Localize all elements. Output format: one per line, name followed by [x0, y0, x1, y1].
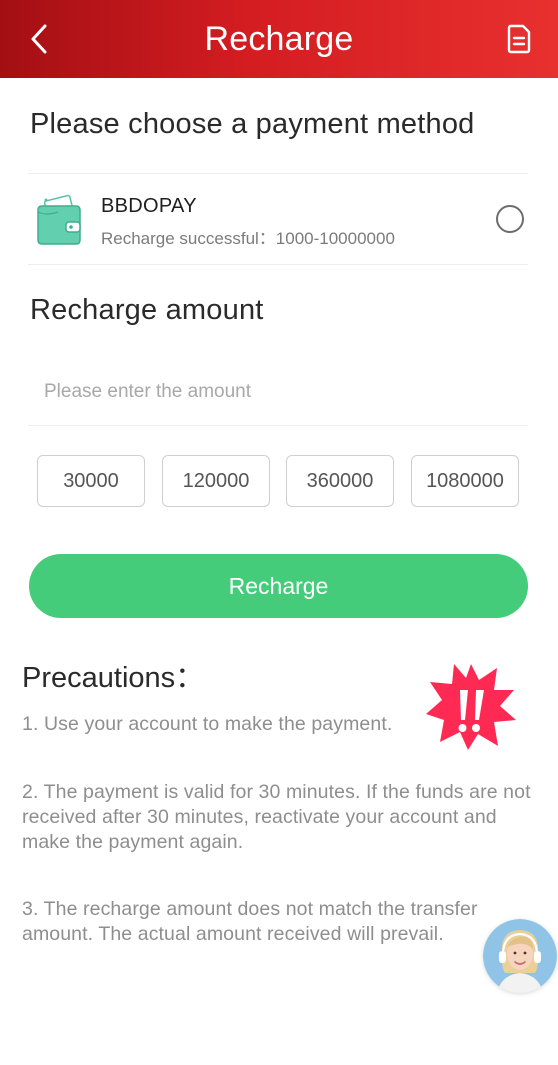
preset-amount-button[interactable]: 30000 [37, 455, 145, 507]
page-title: Recharge [204, 19, 354, 58]
payment-option-bbdopay[interactable]: BBDOPAY Recharge successful：1000-1000000… [28, 174, 528, 264]
preset-amount-button[interactable]: 360000 [286, 455, 394, 507]
precautions-title: Precautions： [22, 662, 205, 694]
recharge-amount-title: Recharge amount [30, 294, 264, 326]
customer-service-avatar-icon [483, 919, 557, 993]
document-icon [507, 24, 531, 54]
preset-amount-button[interactable]: 120000 [162, 455, 270, 507]
divider [28, 425, 528, 426]
recharge-button[interactable]: Recharge [29, 554, 528, 618]
amount-input[interactable] [44, 374, 514, 410]
recharge-record-button[interactable] [504, 22, 534, 56]
wallet-icon [37, 194, 81, 245]
precaution-item: 3. The recharge amount does not match th… [22, 898, 478, 945]
divider [28, 264, 528, 265]
preset-amounts: 30000 120000 360000 1080000 [37, 455, 521, 509]
payment-option-radio[interactable] [496, 205, 524, 233]
back-button[interactable] [22, 20, 56, 58]
alert-icon [426, 664, 516, 750]
preset-amount-button[interactable]: 1080000 [411, 455, 519, 507]
recharge-page: Recharge Please choose a payment method … [0, 0, 558, 1065]
precaution-item: 1. Use your account to make the payment. [22, 713, 393, 735]
header-bar: Recharge [0, 0, 558, 78]
payment-method-title: Please choose a payment method [30, 108, 475, 140]
chevron-left-icon [31, 24, 47, 54]
customer-service-button[interactable] [483, 919, 557, 993]
payment-option-name: BBDOPAY [101, 195, 197, 217]
payment-option-description: Recharge successful：1000-10000000 [101, 229, 395, 248]
precaution-item: 2. The payment is valid for 30 minutes. … [22, 781, 531, 853]
